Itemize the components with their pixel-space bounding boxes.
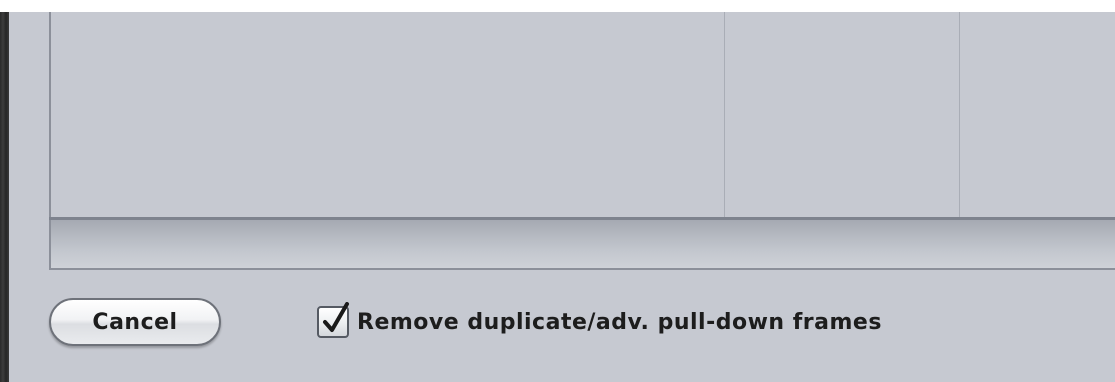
- horizontal-scrollbar[interactable]: [49, 220, 1115, 270]
- remove-duplicate-frames-option[interactable]: Remove duplicate/adv. pull-down frames: [317, 300, 882, 344]
- cancel-button-label: Cancel: [92, 309, 178, 335]
- dialog-panel: Cancel Remove duplicate/adv. pull-down f…: [9, 12, 1115, 382]
- column-divider-1[interactable]: [724, 12, 725, 217]
- column-divider-2[interactable]: [959, 12, 960, 217]
- window-top-strip: [0, 0, 1115, 12]
- window-left-edge: [0, 12, 9, 382]
- cancel-button[interactable]: Cancel: [49, 298, 221, 346]
- remove-duplicate-frames-label: Remove duplicate/adv. pull-down frames: [357, 309, 882, 335]
- checkmark-icon: [323, 302, 349, 332]
- file-list-area[interactable]: [49, 12, 1115, 217]
- remove-duplicate-frames-checkbox[interactable]: [317, 302, 349, 338]
